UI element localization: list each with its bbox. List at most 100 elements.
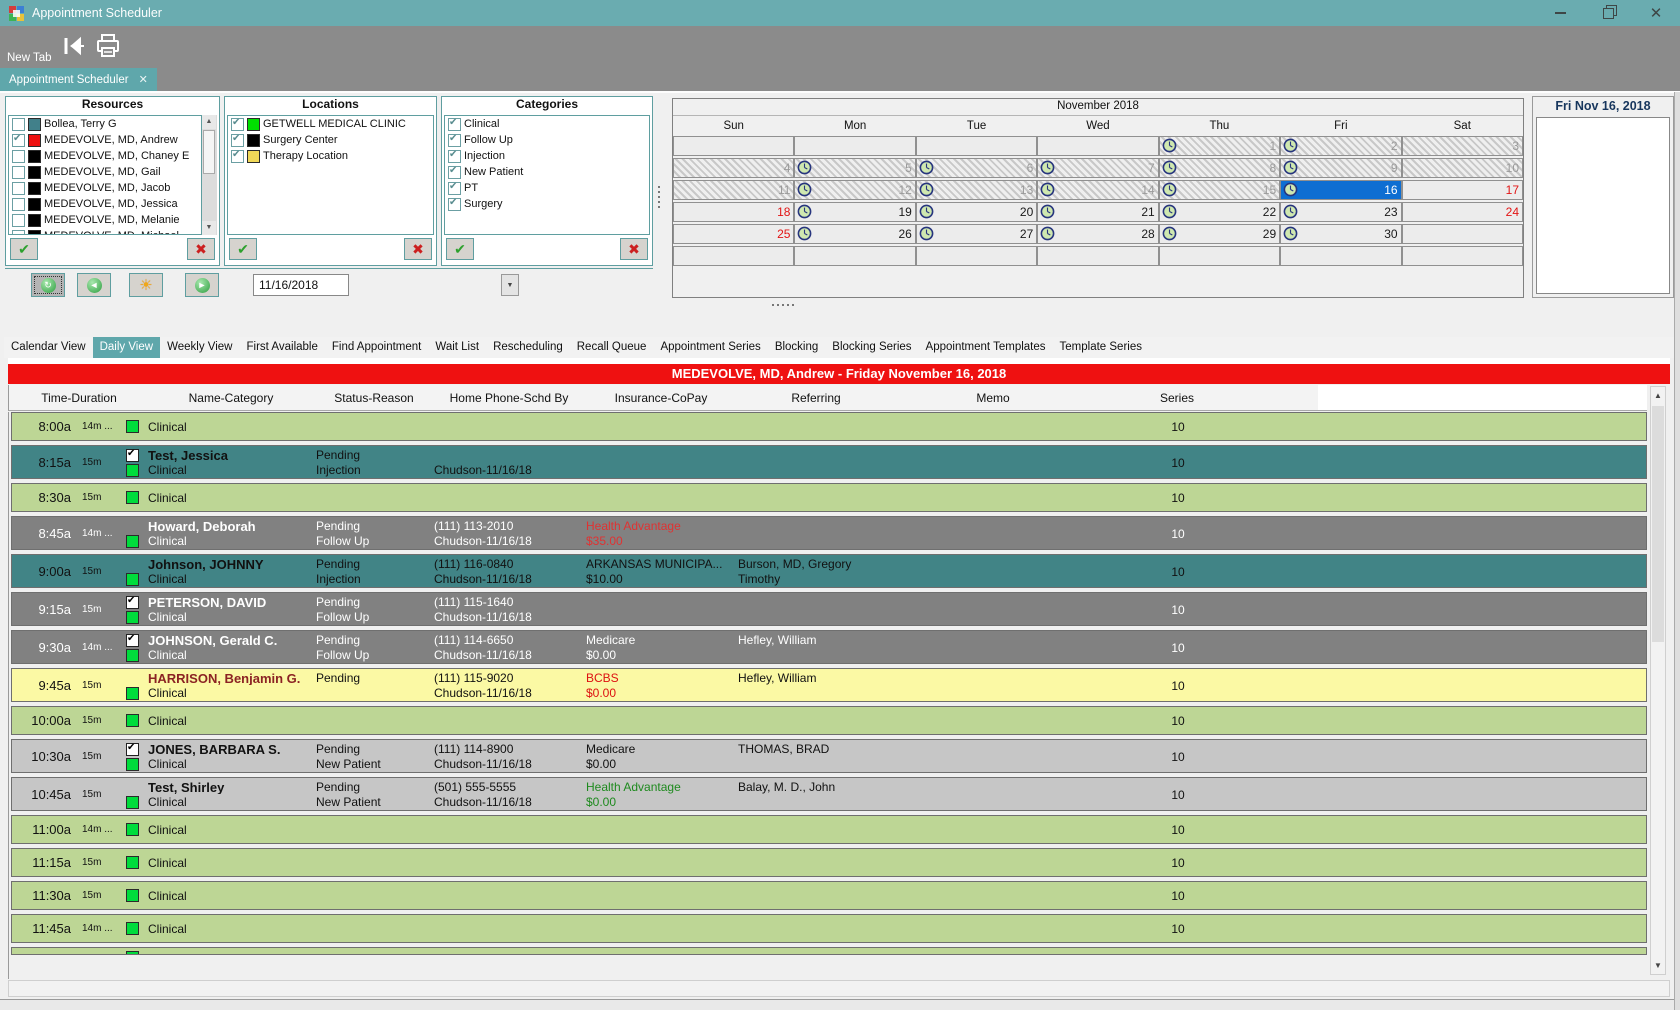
- view-tab-weekly-view[interactable]: Weekly View: [160, 337, 239, 358]
- calendar-empty-cell[interactable]: [673, 136, 794, 156]
- vertical-splitter[interactable]: [657, 186, 661, 212]
- confirmed-checkbox-icon[interactable]: [126, 449, 139, 462]
- calendar-empty-cell[interactable]: [1402, 246, 1523, 266]
- appointment-row[interactable]: 9:00a15mJohnson, JOHNNYClinicalPendingIn…: [11, 554, 1647, 588]
- appointment-row[interactable]: 9:30a14m ...JOHNSON, Gerald C.ClinicalPe…: [11, 630, 1647, 664]
- column-header-referring[interactable]: Referring: [737, 385, 895, 410]
- calendar-day-cell[interactable]: 27: [916, 224, 1037, 244]
- view-tab-first-available[interactable]: First Available: [239, 337, 324, 358]
- resource-item[interactable]: MEDEVOLVE, MD, Jessica: [9, 196, 216, 212]
- appointment-row[interactable]: 9:45a15mHARRISON, Benjamin G.ClinicalPen…: [11, 668, 1647, 702]
- view-tab-find-appointment[interactable]: Find Appointment: [325, 337, 429, 358]
- checkbox-icon[interactable]: [12, 166, 25, 179]
- calendar-day-cell[interactable]: 14: [1037, 180, 1158, 200]
- categories-clear-button[interactable]: ✖: [620, 238, 648, 260]
- appointment-row[interactable]: 9:15a15mPETERSON, DAVIDClinicalPendingFo…: [11, 592, 1647, 626]
- date-dropdown-icon[interactable]: ▼: [501, 274, 519, 296]
- locations-apply-button[interactable]: ✔: [229, 238, 257, 260]
- checkbox-checked-icon[interactable]: [448, 150, 461, 163]
- checkbox-checked-icon[interactable]: [231, 134, 244, 147]
- appointment-row[interactable]: 11:15a15mClinical10: [11, 848, 1647, 877]
- category-item[interactable]: New Patient: [445, 164, 649, 180]
- view-tab-rescheduling[interactable]: Rescheduling: [486, 337, 570, 358]
- location-item[interactable]: Therapy Location: [228, 148, 433, 164]
- appointment-row[interactable]: 8:00a14m ...Clinical10: [11, 412, 1647, 441]
- appointment-row[interactable]: 8:45a14m ...Howard, DeborahClinicalPendi…: [11, 516, 1647, 550]
- calendar-empty-cell[interactable]: [1402, 224, 1523, 244]
- column-header-home-phone-schd-by[interactable]: Home Phone-Schd By: [433, 385, 585, 410]
- appointment-row[interactable]: 10:00a15mClinical10: [11, 706, 1647, 735]
- calendar-day-cell[interactable]: 4: [673, 158, 794, 178]
- checkbox-icon[interactable]: [12, 150, 25, 163]
- resource-item[interactable]: Bollea, Terry G: [9, 116, 216, 132]
- calendar-day-cell[interactable]: 9: [1280, 158, 1401, 178]
- grid-vertical-scrollbar[interactable]: ▲ ▼: [1650, 386, 1666, 975]
- checkbox-checked-icon[interactable]: [12, 134, 25, 147]
- next-day-button[interactable]: ►: [185, 273, 219, 297]
- calendar-day-cell[interactable]: 26: [794, 224, 915, 244]
- confirmed-checkbox-icon[interactable]: [126, 634, 139, 647]
- scroll-down-icon[interactable]: ▼: [202, 221, 216, 235]
- calendar-day-cell[interactable]: 24: [1402, 202, 1523, 222]
- scroll-thumb[interactable]: [203, 130, 215, 174]
- view-tab-recall-queue[interactable]: Recall Queue: [570, 337, 654, 358]
- view-tab-blocking[interactable]: Blocking: [768, 337, 825, 358]
- confirmed-checkbox-icon[interactable]: [126, 596, 139, 609]
- checkbox-checked-icon[interactable]: [448, 166, 461, 179]
- appointment-row[interactable]: 10:45a15mTest, ShirleyClinicalPendingNew…: [11, 777, 1647, 811]
- calendar-day-cell[interactable]: 8: [1159, 158, 1280, 178]
- scroll-thumb[interactable]: [1652, 406, 1664, 642]
- calendar-day-cell[interactable]: 3: [1402, 136, 1523, 156]
- new-tab-button[interactable]: New Tab: [7, 52, 52, 64]
- category-item[interactable]: Surgery: [445, 196, 649, 212]
- appointment-row[interactable]: 11:45a14m ...Clinical10: [11, 914, 1647, 943]
- print-icon[interactable]: [94, 32, 122, 60]
- calendar-day-cell[interactable]: 2: [1280, 136, 1401, 156]
- calendar-empty-cell[interactable]: [1037, 136, 1158, 156]
- scroll-up-icon[interactable]: ▲: [1651, 388, 1665, 403]
- calendar-empty-cell[interactable]: [794, 136, 915, 156]
- calendar-empty-cell[interactable]: [1037, 246, 1158, 266]
- calendar-empty-cell[interactable]: [1159, 246, 1280, 266]
- resources-scrollbar[interactable]: ▲ ▼: [201, 115, 217, 235]
- calendar-day-cell[interactable]: 23: [1280, 202, 1401, 222]
- calendar-day-cell[interactable]: 1: [1159, 136, 1280, 156]
- location-item[interactable]: GETWELL MEDICAL CLINIC: [228, 116, 433, 132]
- today-button[interactable]: ☀: [129, 273, 163, 297]
- checkbox-checked-icon[interactable]: [448, 118, 461, 131]
- view-tab-template-series[interactable]: Template Series: [1053, 337, 1149, 358]
- date-input[interactable]: 11/16/2018: [253, 274, 349, 296]
- checkbox-checked-icon[interactable]: [448, 134, 461, 147]
- location-item[interactable]: Surgery Center: [228, 132, 433, 148]
- calendar-day-cell[interactable]: 15: [1159, 180, 1280, 200]
- category-item[interactable]: Clinical: [445, 116, 649, 132]
- appointment-row[interactable]: 10:30a15mJONES, BARBARA S.ClinicalPendin…: [11, 739, 1647, 773]
- checkbox-icon[interactable]: [12, 214, 25, 227]
- calendar-empty-cell[interactable]: [916, 246, 1037, 266]
- column-header-series[interactable]: Series: [1091, 385, 1263, 410]
- appointment-row[interactable]: 11:00a14m ...Clinical10: [11, 815, 1647, 844]
- view-tab-blocking-series[interactable]: Blocking Series: [825, 337, 918, 358]
- calendar-empty-cell[interactable]: [794, 246, 915, 266]
- categories-apply-button[interactable]: ✔: [446, 238, 474, 260]
- horizontal-splitter[interactable]: [772, 303, 794, 307]
- calendar-day-cell[interactable]: 30: [1280, 224, 1401, 244]
- checkbox-icon[interactable]: [12, 118, 25, 131]
- resource-item[interactable]: MEDEVOLVE, MD, Gail: [9, 164, 216, 180]
- resource-item[interactable]: MEDEVOLVE, MD, Jacob: [9, 180, 216, 196]
- column-header-time-duration[interactable]: Time-Duration: [11, 385, 147, 410]
- resource-item[interactable]: MEDEVOLVE, MD, Michael: [9, 228, 216, 235]
- checkbox-checked-icon[interactable]: [448, 198, 461, 211]
- calendar-day-cell[interactable]: 20: [916, 202, 1037, 222]
- locations-clear-button[interactable]: ✖: [404, 238, 432, 260]
- category-item[interactable]: PT: [445, 180, 649, 196]
- scroll-down-icon[interactable]: ▼: [1651, 958, 1665, 973]
- calendar-day-cell[interactable]: 12: [794, 180, 915, 200]
- checkbox-checked-icon[interactable]: [231, 118, 244, 131]
- calendar-day-cell[interactable]: 17: [1402, 180, 1523, 200]
- refresh-button[interactable]: ↻: [31, 273, 65, 297]
- minimize-button[interactable]: [1536, 0, 1584, 26]
- column-header-name-category[interactable]: Name-Category: [147, 385, 315, 410]
- view-tab-wait-list[interactable]: Wait List: [428, 337, 486, 358]
- view-tab-calendar-view[interactable]: Calendar View: [4, 337, 93, 358]
